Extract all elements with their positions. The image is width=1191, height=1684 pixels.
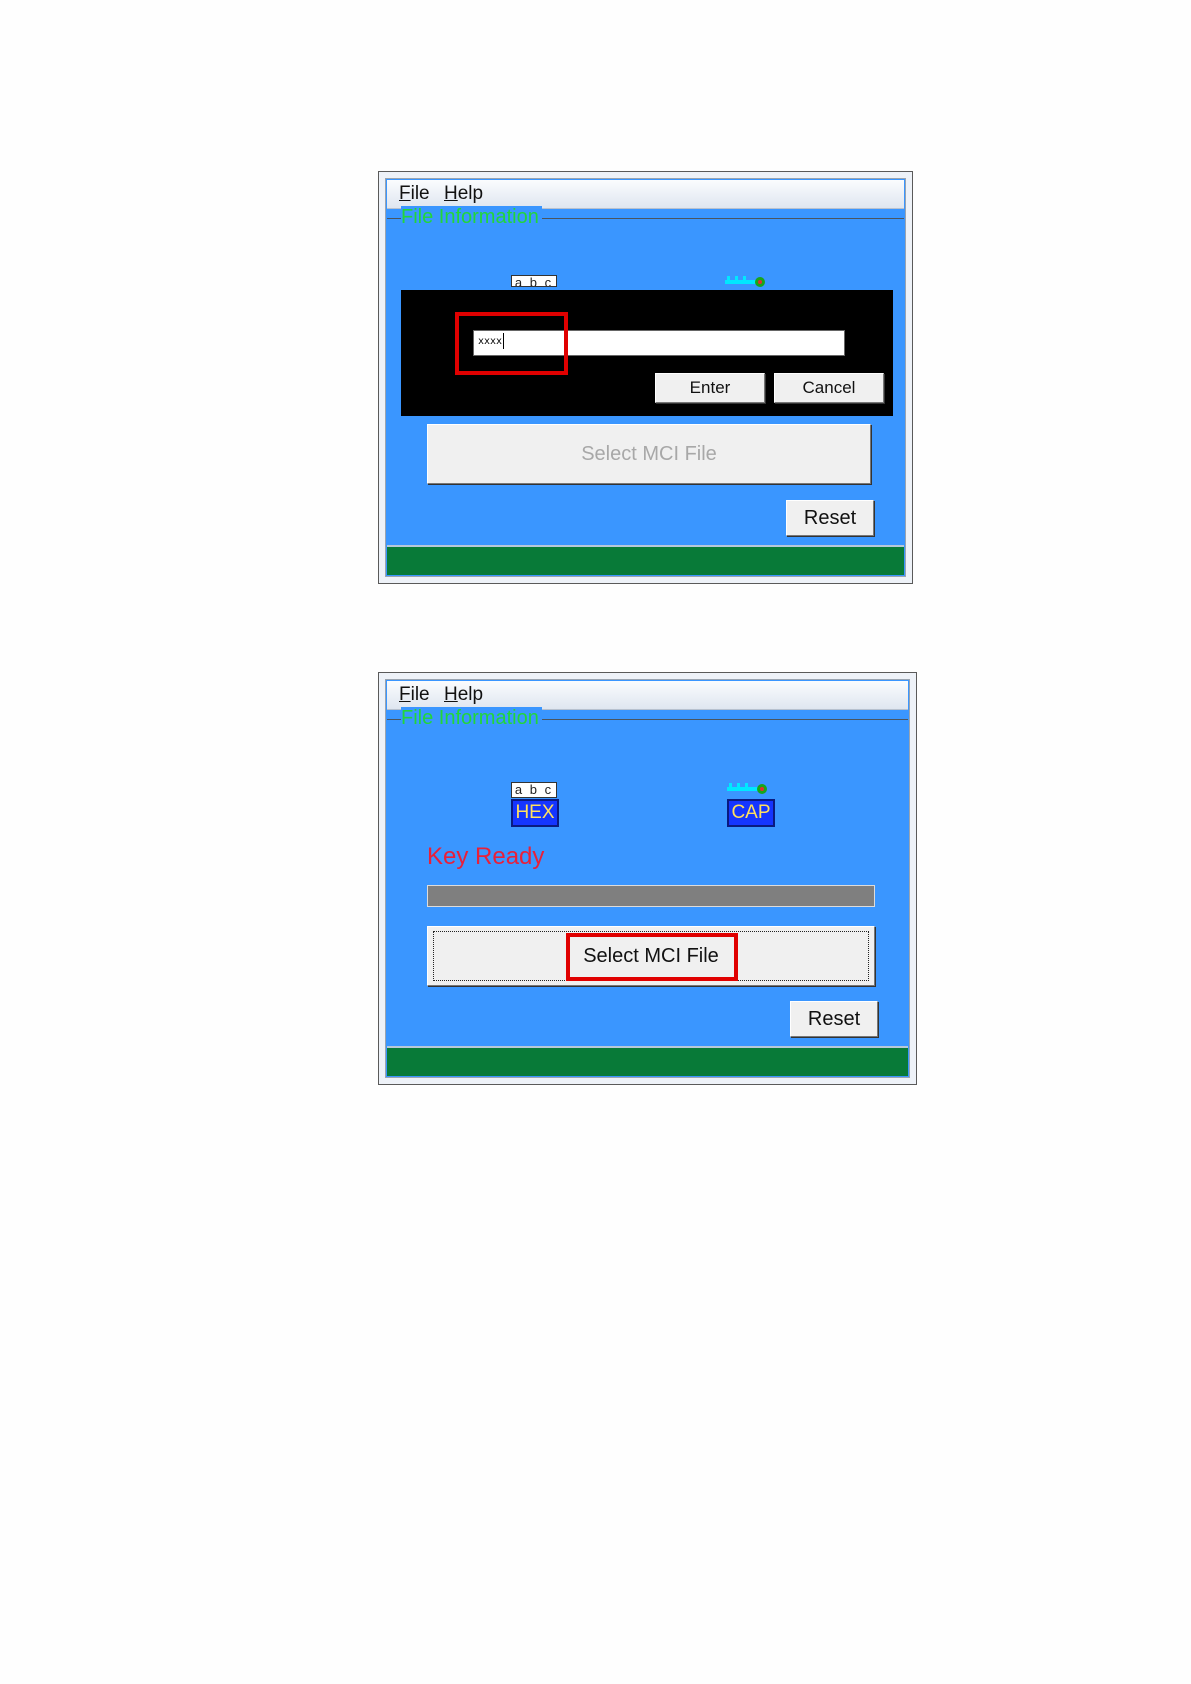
menu-file[interactable]: File	[399, 684, 430, 706]
abc-indicator: a b c	[511, 782, 557, 798]
key-icon	[727, 783, 767, 794]
group-title: File Information	[401, 206, 542, 229]
menu-help[interactable]: Help	[444, 183, 483, 205]
app-window-key-ready: File Help File Information a b c HEX CAP…	[378, 672, 917, 1085]
abc-indicator: a b c	[511, 275, 557, 287]
status-bar	[387, 1046, 908, 1076]
select-mci-file-button[interactable]: Select MCI File	[427, 424, 871, 484]
cap-badge: CAP	[727, 799, 775, 827]
hex-badge: HEX	[511, 799, 559, 827]
progress-bar	[427, 885, 875, 907]
menu-file[interactable]: File	[399, 183, 430, 205]
status-text: Key Ready	[427, 843, 545, 870]
group-title: File Information	[401, 707, 542, 730]
highlight-box-password	[455, 312, 568, 375]
menu-bar: File Help	[387, 180, 904, 209]
reset-button[interactable]: Reset	[790, 1001, 878, 1037]
app-window-password-prompt: File Help File Information a b c xxxx En…	[378, 171, 913, 584]
reset-button[interactable]: Reset	[786, 500, 874, 536]
menu-bar: File Help	[387, 681, 908, 710]
menu-help[interactable]: Help	[444, 684, 483, 706]
key-icon	[725, 276, 765, 287]
cancel-button[interactable]: Cancel	[774, 373, 884, 403]
status-bar	[387, 545, 904, 575]
highlight-box-select	[566, 933, 738, 981]
enter-button[interactable]: Enter	[655, 373, 765, 403]
